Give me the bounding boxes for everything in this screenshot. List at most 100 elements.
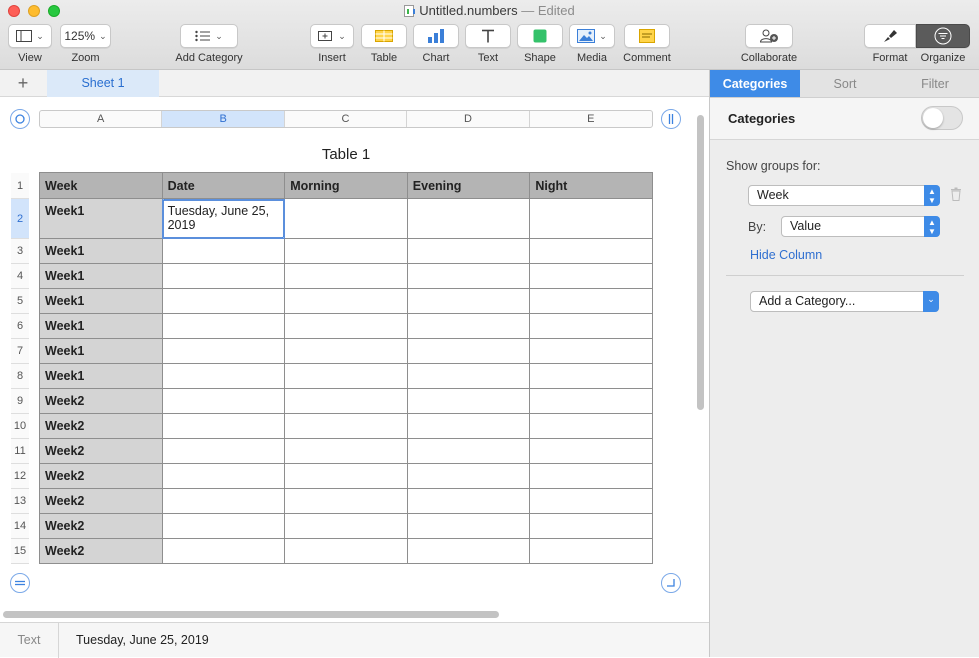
category-cell[interactable]: Week2 xyxy=(39,388,163,414)
tab-filter[interactable]: Filter xyxy=(890,70,979,97)
table-cell[interactable] xyxy=(406,363,531,389)
add-category-popup[interactable]: Add a Category... ⌄ xyxy=(750,291,939,312)
column-header-a[interactable]: A xyxy=(40,111,163,127)
category-cell[interactable]: Week1 xyxy=(39,363,163,389)
table-cell[interactable] xyxy=(161,438,286,464)
table-cell[interactable] xyxy=(161,288,286,314)
row-header-9[interactable]: 9 xyxy=(11,388,29,414)
table-cell[interactable] xyxy=(284,388,408,414)
table-cell[interactable] xyxy=(529,338,653,364)
table-cell[interactable] xyxy=(161,538,286,564)
insert-tool[interactable]: ⌄ Insert xyxy=(310,24,354,64)
organize-button[interactable] xyxy=(916,24,970,48)
table-cell[interactable] xyxy=(406,313,531,339)
collaborate-tool[interactable]: Collaborate xyxy=(738,24,800,64)
category-cell[interactable]: Week1 xyxy=(39,238,163,264)
selection-handle-top[interactable] xyxy=(163,199,165,201)
table-cell[interactable] xyxy=(161,338,286,364)
column-header-d[interactable]: D xyxy=(407,111,530,127)
table-cell[interactable] xyxy=(406,238,531,264)
table-cell[interactable] xyxy=(284,438,408,464)
table-cell[interactable] xyxy=(529,198,653,239)
text-tool[interactable]: Text xyxy=(465,24,511,64)
table-cell[interactable] xyxy=(406,538,531,564)
row-header-10[interactable]: 10 xyxy=(11,413,29,439)
category-cell[interactable]: Week2 xyxy=(39,413,163,439)
row-header-3[interactable]: 3 xyxy=(11,238,29,264)
media-button[interactable]: ⌄ xyxy=(569,24,615,48)
table-cell[interactable] xyxy=(529,288,653,314)
table-cell[interactable] xyxy=(284,313,408,339)
header-cell[interactable]: Date xyxy=(161,172,286,199)
add-row-handle[interactable] xyxy=(10,573,30,593)
header-cell[interactable]: Week xyxy=(39,172,163,199)
table-cell[interactable] xyxy=(406,263,531,289)
collaborate-button[interactable] xyxy=(745,24,793,48)
table-cell[interactable] xyxy=(284,463,408,489)
row-header-2[interactable]: 2 xyxy=(11,198,29,239)
table-cell[interactable] xyxy=(406,438,531,464)
row-header-1[interactable]: 1 xyxy=(11,172,29,199)
table-cell[interactable] xyxy=(529,463,653,489)
table-cell[interactable] xyxy=(529,363,653,389)
table-cell[interactable] xyxy=(529,438,653,464)
trash-icon[interactable] xyxy=(950,187,962,201)
category-cell[interactable]: Week2 xyxy=(39,438,163,464)
group-by-popup[interactable]: Value ▲ ▼ xyxy=(781,216,940,237)
row-header-14[interactable]: 14 xyxy=(11,513,29,539)
format-button[interactable] xyxy=(864,24,916,48)
column-header-c[interactable]: C xyxy=(285,111,408,127)
table-cell[interactable] xyxy=(161,263,286,289)
tab-categories[interactable]: Categories xyxy=(710,70,800,97)
table-cell[interactable] xyxy=(284,238,408,264)
table-cell[interactable] xyxy=(161,363,286,389)
table-cell[interactable] xyxy=(284,488,408,514)
table-cell[interactable] xyxy=(529,313,653,339)
view-tool[interactable]: ⌄ View xyxy=(8,24,52,64)
add-category-button[interactable]: ⌄ xyxy=(180,24,238,48)
table-cell[interactable] xyxy=(406,198,531,239)
zoom-tool[interactable]: 125% ⌄ Zoom xyxy=(60,24,111,64)
table-cell[interactable] xyxy=(284,338,408,364)
category-cell[interactable]: Week2 xyxy=(39,488,163,514)
row-header-7[interactable]: 7 xyxy=(11,338,29,364)
table-cell[interactable] xyxy=(284,413,408,439)
table-title[interactable]: Table 1 xyxy=(39,146,653,163)
row-header-4[interactable]: 4 xyxy=(11,263,29,289)
row-header-8[interactable]: 8 xyxy=(11,363,29,389)
selection-handle-bottom[interactable] xyxy=(282,236,284,238)
table-cell[interactable] xyxy=(406,413,531,439)
table-cell[interactable] xyxy=(406,488,531,514)
organize-tool[interactable]: Organize xyxy=(916,24,970,64)
category-cell[interactable]: Week1 xyxy=(39,198,163,239)
table-cell[interactable] xyxy=(529,538,653,564)
add-column-handle[interactable] xyxy=(661,109,681,129)
table-cell[interactable] xyxy=(406,463,531,489)
table-cell[interactable] xyxy=(529,238,653,264)
table-cell[interactable] xyxy=(284,288,408,314)
category-cell[interactable]: Week2 xyxy=(39,538,163,564)
table-cell[interactable] xyxy=(284,363,408,389)
tab-sort[interactable]: Sort xyxy=(800,70,890,97)
add-category-tool[interactable]: ⌄ Add Category xyxy=(173,24,245,64)
chart-button[interactable] xyxy=(413,24,459,48)
shape-button[interactable] xyxy=(517,24,563,48)
row-header-11[interactable]: 11 xyxy=(11,438,29,464)
category-cell[interactable]: Week1 xyxy=(39,338,163,364)
table-cell[interactable] xyxy=(161,388,286,414)
table-cell[interactable] xyxy=(529,413,653,439)
table-button[interactable] xyxy=(361,24,407,48)
table-cell[interactable] xyxy=(406,288,531,314)
horizontal-scrollbar[interactable] xyxy=(3,611,499,618)
row-header-6[interactable]: 6 xyxy=(11,313,29,339)
resize-table-handle[interactable] xyxy=(661,573,681,593)
table-cell[interactable] xyxy=(284,198,408,239)
table-cell[interactable] xyxy=(161,413,286,439)
category-cell[interactable]: Week2 xyxy=(39,513,163,539)
format-tool[interactable]: Format xyxy=(864,24,916,64)
table-cell[interactable] xyxy=(161,488,286,514)
column-header-e[interactable]: E xyxy=(530,111,652,127)
row-header-5[interactable]: 5 xyxy=(11,288,29,314)
table-cell[interactable] xyxy=(529,488,653,514)
table-cell[interactable] xyxy=(284,513,408,539)
